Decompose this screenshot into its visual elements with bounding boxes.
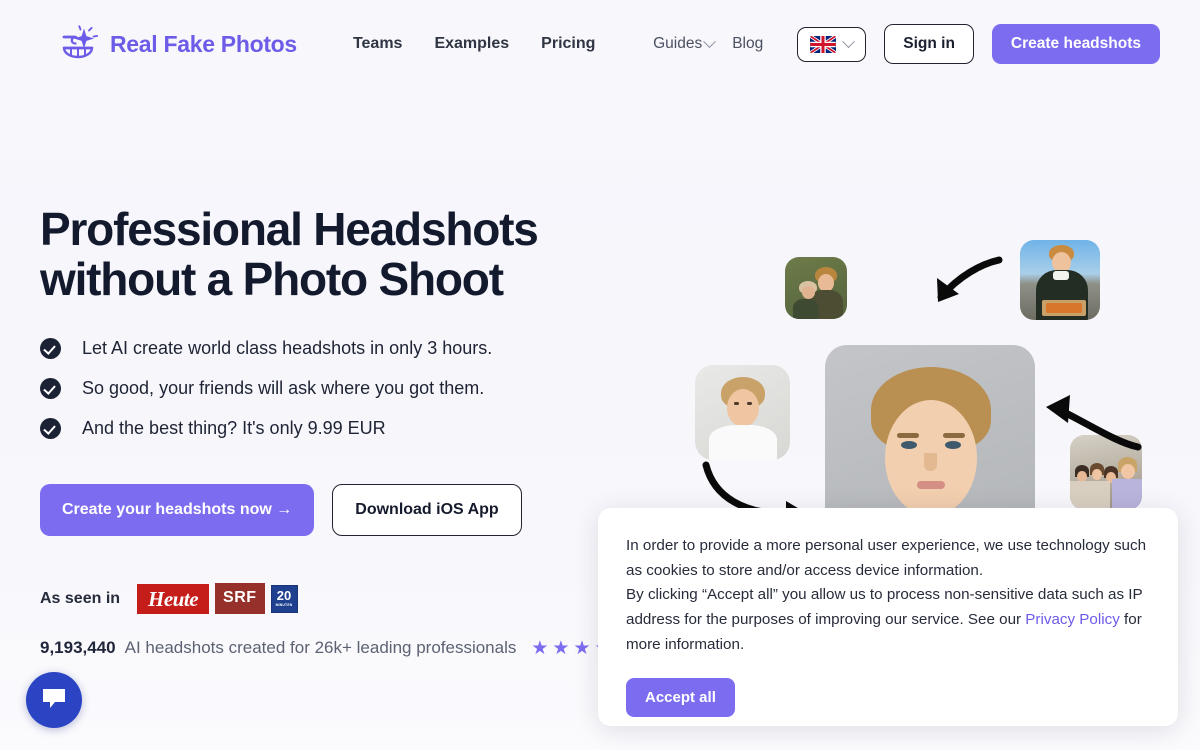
nav-link-examples[interactable]: Examples <box>434 35 509 53</box>
sparkle-smile-logo-icon <box>56 22 100 66</box>
cookie-paragraph-1: In order to provide a more personal user… <box>626 537 1147 579</box>
cookie-paragraph-2: By clicking “Accept all” you allow us to… <box>626 583 1150 657</box>
bullet-label: Let AI create world class headshots in o… <box>82 338 493 359</box>
social-proof-label: AI headshots created for 26k+ leading pr… <box>124 638 517 658</box>
download-ios-app-button[interactable]: Download iOS App <box>332 484 522 537</box>
arrow-top-right <box>937 256 1003 302</box>
site-header: Real Fake Photos Teams Examples Pricing … <box>0 0 1200 120</box>
press-logo-srf: SRF <box>215 583 265 615</box>
chevron-down-icon <box>703 34 717 48</box>
nav-link-guides[interactable]: Guides <box>653 34 717 53</box>
check-circle-icon <box>40 378 61 400</box>
hero-title-line-1: Professional Headshots <box>40 203 539 255</box>
photo-selfie-white-shirt <box>695 365 790 460</box>
hero-bullet-list: Let AI create world class headshots in o… <box>40 338 640 440</box>
list-item: So good, your friends will ask where you… <box>40 378 640 400</box>
hero-title-line-2: without a Photo Shoot <box>40 252 504 305</box>
create-headshots-button[interactable]: Create headshots <box>991 24 1160 64</box>
photo-couple-outdoor <box>785 257 847 319</box>
check-circle-icon <box>40 418 61 440</box>
check-circle-icon <box>40 338 61 360</box>
brand-name: Real Fake Photos <box>110 30 297 57</box>
star-icon: ★ <box>573 637 591 659</box>
sign-in-button[interactable]: Sign in <box>884 24 974 64</box>
star-icon: ★ <box>552 637 570 659</box>
as-seen-in-row: As seen in Heute SRF 20 MINUTEN <box>40 583 640 615</box>
privacy-policy-link[interactable]: Privacy Policy <box>1025 611 1120 628</box>
nav-link-pricing[interactable]: Pricing <box>541 35 595 53</box>
social-proof-row: 9,193,440 AI headshots created for 26k+ … <box>40 638 640 658</box>
landing-page: Real Fake Photos Teams Examples Pricing … <box>0 0 1200 750</box>
page-title: Professional Headshots without a Photo S… <box>40 203 640 305</box>
brand-logo[interactable]: Real Fake Photos <box>56 22 297 66</box>
nav-blog-label: Blog <box>732 35 764 52</box>
chat-widget-button[interactable] <box>26 672 82 728</box>
list-item: Let AI create world class headshots in o… <box>40 338 640 360</box>
list-item: And the best thing? It's only 9.99 EUR <box>40 418 640 440</box>
nav-link-teams[interactable]: Teams <box>353 35 403 53</box>
arrow-right <box>1046 395 1142 451</box>
accept-all-button[interactable]: Accept all <box>626 678 735 718</box>
headshot-count: 9,193,440 <box>40 638 116 658</box>
as-seen-in-label: As seen in <box>40 589 121 607</box>
nav-link-blog[interactable]: Blog <box>732 35 763 53</box>
bullet-label: So good, your friends will ask where you… <box>82 378 485 399</box>
chevron-down-icon <box>842 34 856 48</box>
bullet-label: And the best thing? It's only 9.99 EUR <box>82 418 386 439</box>
cookie-consent-banner: In order to provide a more personal user… <box>598 508 1178 726</box>
language-selector[interactable] <box>797 26 867 62</box>
nav-guides-label: Guides <box>653 35 703 52</box>
press-logo-20-minuten: 20 MINUTEN <box>270 584 298 613</box>
press-logo-20-minuten-number: 20 <box>276 587 292 603</box>
create-headshots-cta-button[interactable]: Create your headshots now → <box>40 484 315 537</box>
hero-content: Professional Headshots without a Photo S… <box>40 203 640 658</box>
uk-flag-icon <box>810 35 837 53</box>
hero-cta-row: Create your headshots now → Download iOS… <box>40 484 640 537</box>
press-logo-list: Heute SRF 20 MINUTEN <box>137 583 298 615</box>
press-logo-20-minuten-sub: MINUTEN <box>275 602 293 607</box>
chat-bubble-icon <box>41 686 67 715</box>
star-icon: ★ <box>531 637 549 659</box>
secondary-nav: Guides Blog Sign in Create headshots <box>653 24 1160 64</box>
press-logo-heute: Heute <box>137 583 210 614</box>
photo-rooftop-pizza <box>1020 240 1100 320</box>
primary-nav: Teams Examples Pricing <box>353 35 595 53</box>
